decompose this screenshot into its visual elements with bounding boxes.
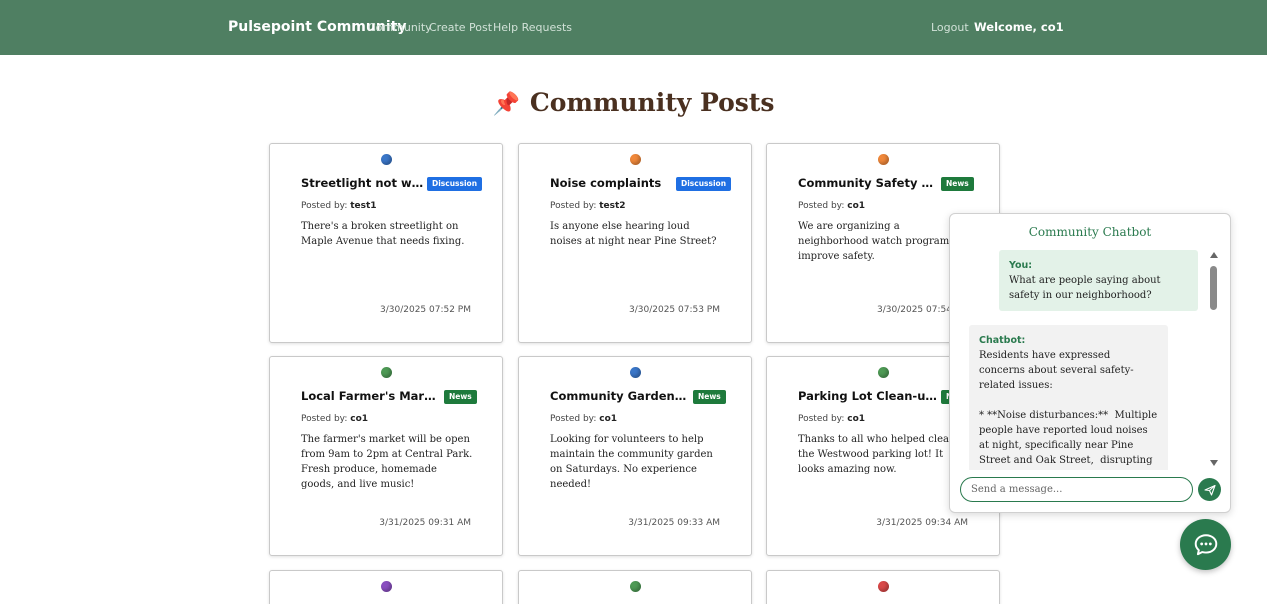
post-author: Posted by: co1 (301, 414, 368, 424)
user-message: You: What are people saying about safety… (999, 250, 1198, 311)
author-name: co1 (350, 414, 369, 424)
post-author: Posted by: co1 (550, 414, 617, 424)
category-dot-icon (878, 581, 889, 592)
nav-link-create-post[interactable]: Create Post (429, 21, 492, 34)
post-body: There's a broken streetlight on Maple Av… (301, 221, 465, 247)
logout-link[interactable]: Logout (931, 21, 969, 34)
message-sender: You: (1009, 260, 1033, 271)
chatbot-title: Community Chatbot (1028, 225, 1152, 239)
author-name: test2 (599, 201, 626, 211)
post-badge: News (444, 390, 477, 404)
post-title[interactable]: Parking Lot Clean-up Success (798, 389, 938, 403)
posted-by-label: Posted by: (550, 414, 597, 424)
post-badge: Discussion (676, 177, 732, 191)
posted-by-label: Posted by: (301, 201, 348, 211)
posted-by-label: Posted by: (550, 201, 597, 211)
post-body: We are organizing a neighborhood watch p… (798, 221, 963, 262)
post-date: 3/31/2025 09:33 AM (628, 518, 720, 528)
paper-plane-icon (1203, 484, 1216, 496)
post-title[interactable]: Local Farmer's Market (301, 389, 441, 403)
author-name: co1 (847, 414, 866, 424)
scroll-up-arrow-icon[interactable] (1210, 252, 1218, 258)
message-sender: Chatbot: (979, 335, 1026, 346)
welcome-text: Welcome, co1 (974, 20, 1064, 34)
post-card[interactable] (269, 570, 503, 604)
post-author: Posted by: co1 (798, 414, 865, 424)
category-dot-icon (381, 367, 392, 378)
post-badge: Discussion (427, 177, 483, 191)
post-date: 3/31/2025 09:31 AM (379, 518, 471, 528)
post-title[interactable]: Streetlight not working (301, 176, 425, 190)
chatbot-panel: Community Chatbot You: What are people s… (949, 213, 1231, 513)
post-card[interactable]: Community Garden Volunteers News Posted … (518, 356, 752, 556)
bot-message: Chatbot: Residents have expressed concer… (969, 325, 1168, 470)
message-text: What are people saying about safety in o… (1009, 275, 1164, 301)
post-body: Looking for volunteers to help maintain … (550, 434, 713, 490)
post-title[interactable]: Community Garden Volunteers (550, 389, 690, 403)
category-dot-icon (878, 154, 889, 165)
posted-by-label: Posted by: (798, 414, 845, 424)
pushpin-icon: 📌 (492, 91, 520, 117)
post-author: Posted by: co1 (798, 201, 865, 211)
author-name: test1 (350, 201, 377, 211)
chat-toggle-button[interactable] (1180, 519, 1231, 570)
post-badge: News (941, 177, 974, 191)
post-title[interactable]: Noise complaints (550, 176, 674, 190)
message-text: Residents have expressed concerns about … (979, 350, 1158, 466)
post-card[interactable]: Noise complaints Discussion Posted by: t… (518, 143, 752, 343)
post-date: 3/30/2025 07:52 PM (380, 305, 471, 315)
author-name: co1 (599, 414, 618, 424)
page-title-text: Community Posts (529, 88, 775, 117)
post-title[interactable]: Community Safety Patrol (798, 176, 938, 190)
author-name: co1 (847, 201, 866, 211)
send-button[interactable] (1198, 478, 1221, 501)
category-dot-icon (381, 154, 392, 165)
post-author: Posted by: test2 (550, 201, 626, 211)
posted-by-label: Posted by: (301, 414, 348, 424)
category-dot-icon (630, 367, 641, 378)
scroll-down-arrow-icon[interactable] (1210, 460, 1218, 466)
post-body: Thanks to all who helped clean the Westw… (798, 434, 956, 475)
post-body: Is anyone else hearing loud noises at ni… (550, 221, 717, 247)
category-dot-icon (630, 581, 641, 592)
post-card[interactable]: Streetlight not working Discussion Poste… (269, 143, 503, 343)
post-card[interactable]: Local Farmer's Market News Posted by: co… (269, 356, 503, 556)
category-dot-icon (381, 581, 392, 592)
post-date: 3/30/2025 07:53 PM (629, 305, 720, 315)
post-badge: News (693, 390, 726, 404)
chat-scrollbar[interactable] (1209, 252, 1221, 466)
category-dot-icon (878, 367, 889, 378)
post-body: The farmer's market will be open from 9a… (301, 434, 473, 490)
post-author: Posted by: test1 (301, 201, 377, 211)
category-dot-icon (630, 154, 641, 165)
post-date: 3/31/2025 09:34 AM (876, 518, 968, 528)
nav-link-community[interactable]: Community (368, 21, 432, 34)
chat-messages: You: What are people saying about safety… (950, 248, 1208, 470)
chat-bubble-icon (1194, 533, 1217, 555)
nav-link-help-requests[interactable]: Help Requests (493, 21, 572, 34)
scroll-thumb[interactable] (1210, 266, 1217, 310)
post-card[interactable] (766, 570, 1000, 604)
chat-message-input[interactable] (960, 477, 1193, 502)
posted-by-label: Posted by: (798, 201, 845, 211)
page-title: 📌 Community Posts (0, 88, 1267, 117)
post-card[interactable] (518, 570, 752, 604)
navbar: Pulsepoint Community Community Create Po… (0, 0, 1267, 55)
